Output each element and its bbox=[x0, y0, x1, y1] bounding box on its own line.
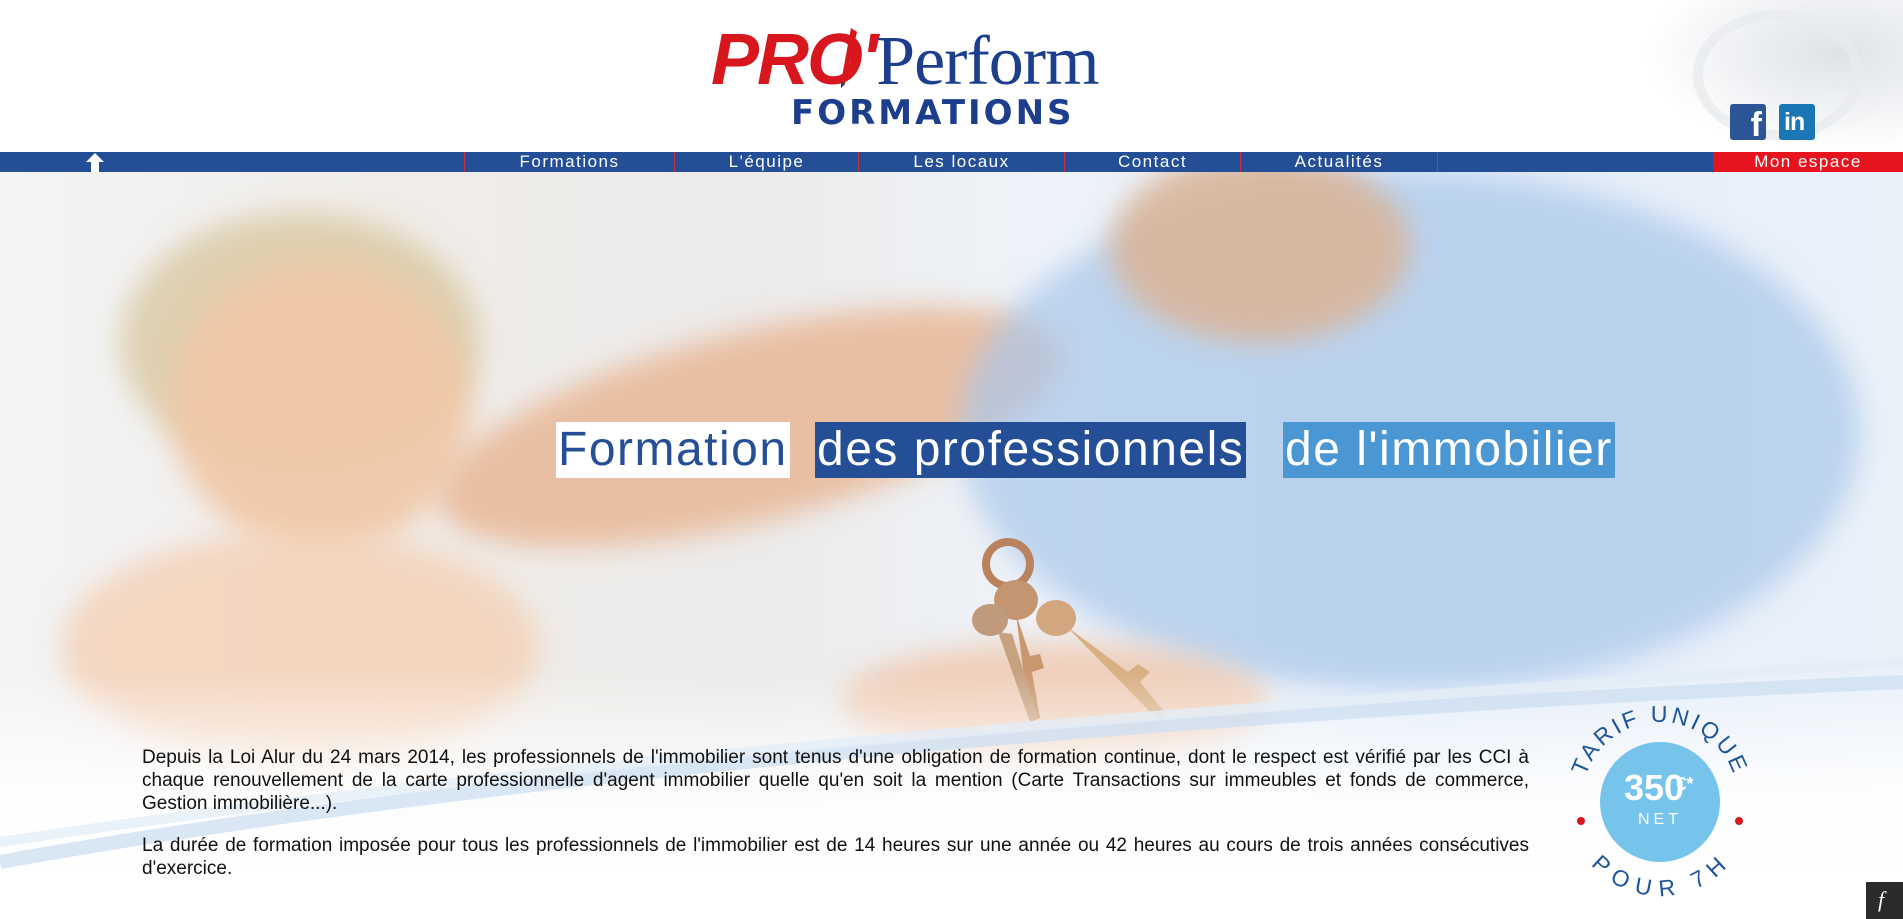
nav-item-formations[interactable]: Formations bbox=[464, 152, 674, 172]
corner-widget-glyph: f bbox=[1878, 887, 1885, 912]
logo-tagline: FORMATIONS bbox=[791, 93, 1075, 133]
hero-headline-part1: Formation bbox=[556, 422, 790, 478]
nav-item-locaux[interactable]: Les locaux bbox=[858, 152, 1064, 172]
site-header: PRO'Perform FORMATIONS f in bbox=[0, 0, 1903, 152]
logo-wordmark: PRO'Perform bbox=[711, 23, 1100, 100]
header-decoration bbox=[1643, 0, 1903, 152]
site-logo[interactable]: PRO'Perform FORMATIONS bbox=[711, 24, 1191, 136]
nav-divider bbox=[1437, 152, 1438, 172]
hero-headline-part2: des professionnels bbox=[815, 422, 1247, 478]
badge-dot-left bbox=[1577, 817, 1585, 825]
my-account-button[interactable]: Mon espace bbox=[1713, 152, 1903, 172]
badge-net: NET bbox=[1638, 811, 1682, 828]
nav-item-actualites[interactable]: Actualités bbox=[1240, 152, 1437, 172]
facebook-glyph: f bbox=[1750, 106, 1762, 144]
main-navigation: Formations L'équipe Les locaux Contact A… bbox=[0, 152, 1903, 172]
nav-item-equipe[interactable]: L'équipe bbox=[674, 152, 858, 172]
badge-currency: €* bbox=[1676, 774, 1693, 794]
hero-photo-woman-face bbox=[170, 262, 470, 552]
nav-item-contact[interactable]: Contact bbox=[1064, 152, 1240, 172]
logo-brand-name: Perform bbox=[876, 23, 1099, 100]
intro-paragraph: Depuis la Loi Alur du 24 mars 2014, les … bbox=[142, 747, 1529, 814]
logo-pen-icon bbox=[841, 28, 857, 88]
badge-price: 350 bbox=[1624, 767, 1684, 808]
facebook-icon[interactable]: f bbox=[1730, 104, 1766, 144]
hero-headline-part3: de l'immobilier bbox=[1283, 422, 1615, 478]
badge-dot-right bbox=[1735, 817, 1743, 825]
home-arrow-icon[interactable] bbox=[85, 152, 105, 172]
corner-widget-icon[interactable]: f bbox=[1866, 882, 1903, 919]
linkedin-icon[interactable]: in bbox=[1779, 104, 1815, 140]
linkedin-glyph: in bbox=[1784, 108, 1805, 136]
price-badge: TARIF UNIQUE POUR 7H 350 €* NET bbox=[1566, 701, 1751, 900]
duration-paragraph: La durée de formation imposée pour tous … bbox=[142, 835, 1529, 879]
